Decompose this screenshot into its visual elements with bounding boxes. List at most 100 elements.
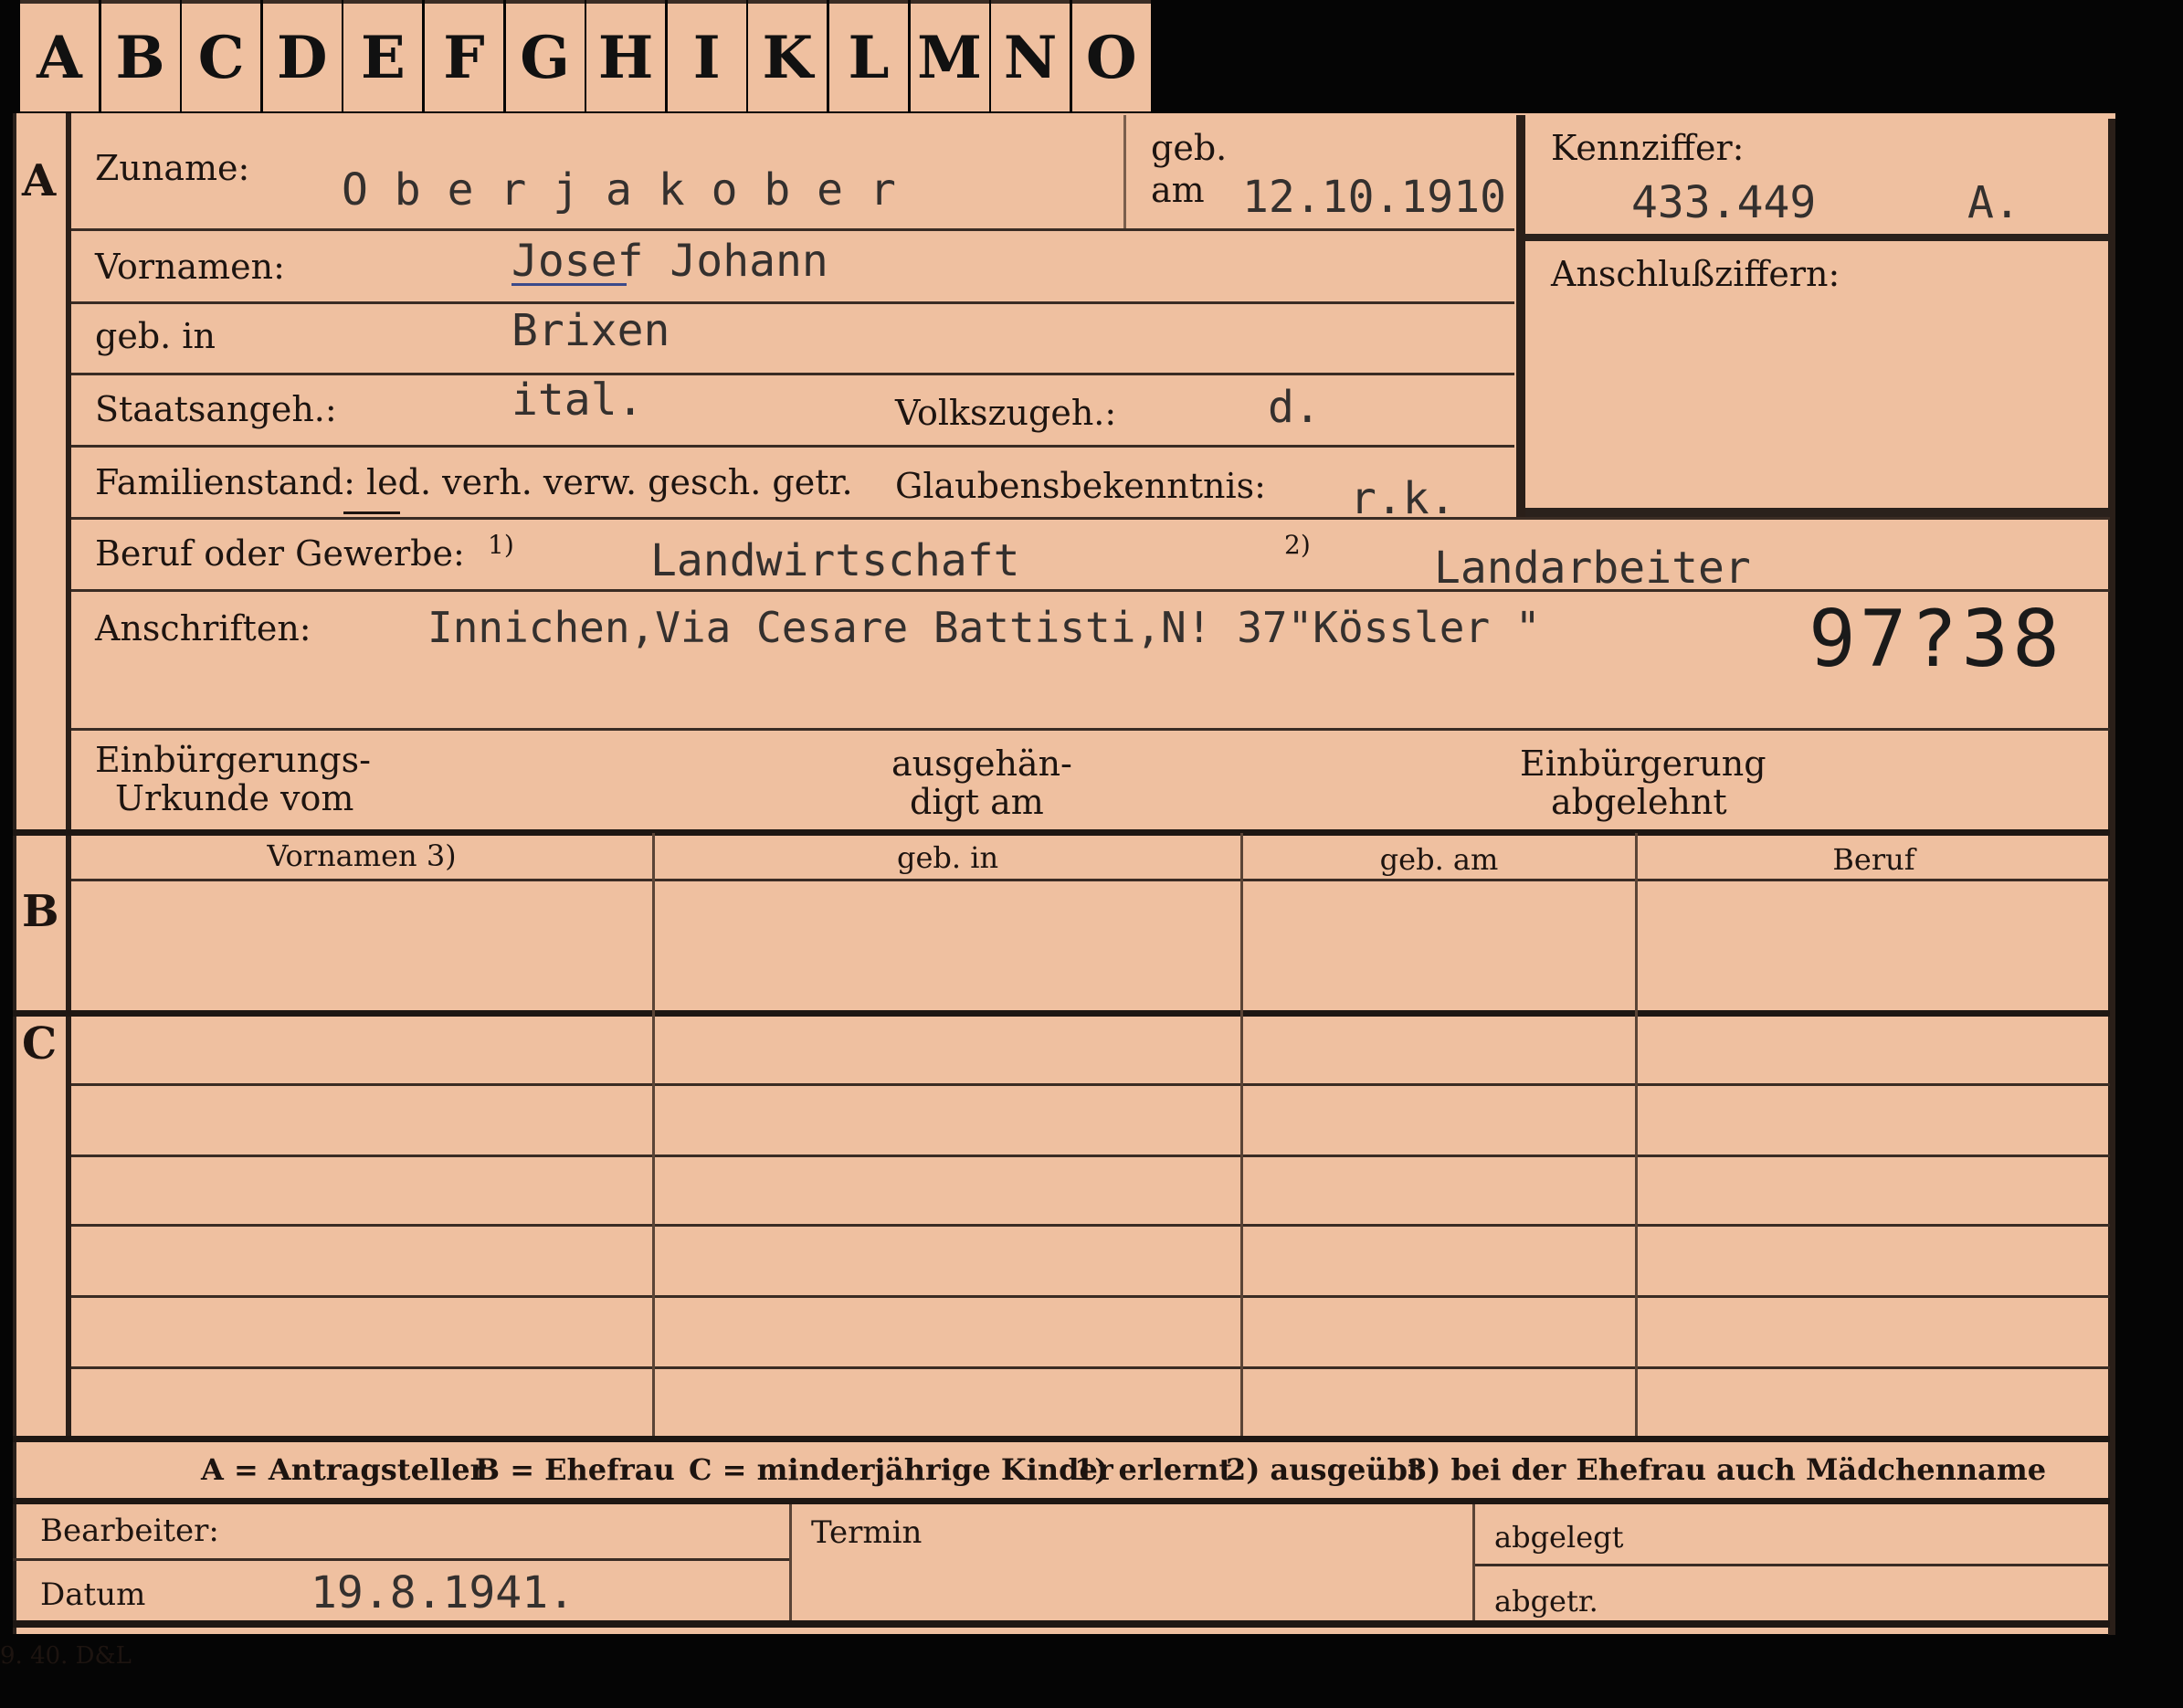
bearbeiter-label: Bearbeiter: (40, 1513, 219, 1549)
footnote-1-mark: 1) (488, 530, 514, 560)
index-tab: N (991, 0, 1070, 111)
table-row-divider (71, 1295, 2110, 1298)
table-header-vornamen: Vornamen 3) (267, 838, 457, 873)
section-margin-line (66, 113, 71, 1438)
beruf-ausgeuebt-value: Landarbeiter (1434, 543, 1751, 594)
table-row-divider (71, 1224, 2110, 1227)
kennziffer-box-bottom (1525, 508, 2110, 517)
admin-box-top-rule (13, 1498, 2110, 1504)
am-label: am (1151, 170, 1205, 210)
row-divider (71, 373, 1514, 375)
volkszugehoerigkeit-label: Volkszugeh.: (895, 393, 1117, 433)
legend-c: C = minderjährige Kinder (689, 1452, 1113, 1487)
geburtsort-label: geb. in (95, 316, 216, 356)
einbuergerung-abgelehnt-label-1: Einbürgerung (1520, 743, 1766, 784)
row-divider (71, 517, 2110, 520)
glaubensbekenntnis-label: Glaubensbekenntnis: (895, 466, 1266, 506)
familienstand-label: Familienstand: led. verh. verw. gesch. g… (95, 462, 853, 502)
index-tab: L (828, 0, 908, 111)
staatsangehoerigkeit-label: Staatsangeh.: (95, 389, 337, 429)
anschrift-value: Innichen,Via Cesare Battisti,N! 37"Kössl… (427, 603, 1541, 652)
row-divider (71, 728, 2110, 731)
index-tab: B (100, 0, 180, 111)
admin-column-divider (1472, 1504, 1475, 1620)
einbuergerung-abgelehnt-label-2: abgelehnt (1551, 782, 1727, 822)
vornamen-value: Josef Johann (511, 236, 828, 287)
stamp-number: 97?38 (1809, 594, 2063, 685)
index-tab: A (20, 0, 99, 111)
underline-mark (511, 283, 627, 286)
abgetragen-label: abgetr. (1494, 1584, 1598, 1618)
abgelegt-label: abgelegt (1494, 1520, 1624, 1555)
beruf-label: Beruf oder Gewerbe: (95, 533, 465, 574)
index-tab: M (910, 0, 989, 111)
kennziffer-box-divider (1525, 234, 2110, 241)
ausgehaendigt-label-1: ausgehän- (891, 743, 1072, 784)
beruf-erlernt-value: Landwirtschaft (650, 535, 1020, 586)
ausgehaendigt-label-2: digt am (910, 782, 1044, 822)
table-header-divider (71, 879, 2110, 881)
geb-label: geb. (1151, 128, 1228, 168)
kennziffer-suffix: A. (1967, 177, 2020, 228)
table-header-geburtsort: geb. in (896, 840, 999, 875)
row-divider (71, 589, 2110, 592)
zuname-label: Zuname: (95, 148, 250, 188)
datum-label: Datum (40, 1576, 146, 1613)
index-tab: E (343, 0, 423, 111)
termin-label: Termin (811, 1514, 923, 1551)
index-tab: D (262, 0, 342, 111)
legend-note-1: 1) erlernt (1074, 1452, 1233, 1487)
kennziffer-value: 433.449 (1631, 177, 1817, 228)
index-tab: H (586, 0, 666, 111)
einbuergerung-urkunde-label-2: Urkunde vom (115, 778, 354, 818)
index-tabs: A B C D E F G H I K L M N O (20, 0, 1153, 113)
index-tab: C (182, 0, 261, 111)
table-bottom-rule (13, 1436, 2110, 1442)
staatsangehoerigkeit-value: ital. (511, 374, 644, 426)
section-a-label: A (22, 155, 57, 206)
anschriften-label: Anschriften: (95, 608, 311, 648)
index-tab: O (1071, 0, 1151, 111)
legend-note-2: 2) ausgeübt (1226, 1452, 1421, 1487)
section-b-label: B (22, 886, 59, 937)
index-tab: I (667, 0, 746, 111)
section-b-top-rule (13, 829, 2110, 836)
section-c-top-rule (13, 1010, 2110, 1017)
index-tab: K (748, 0, 828, 111)
admin-box-divider (13, 1558, 791, 1561)
admin-column-divider (789, 1504, 792, 1620)
table-column-divider (652, 833, 655, 1436)
row-divider (71, 228, 1514, 231)
vornamen-label: Vornamen: (95, 247, 285, 287)
anschlussziffern-label: Anschlußziffern: (1551, 254, 1840, 294)
zuname-value: O b e r j a k o b e r (342, 164, 896, 216)
kennziffer-label: Kennziffer: (1551, 128, 1745, 168)
table-header-beruf: Beruf (1832, 842, 1915, 877)
row-divider (71, 445, 1514, 448)
admin-box-divider (1474, 1564, 2110, 1566)
geburtsort-value: Brixen (511, 305, 670, 356)
birthdate-value: 12.10.1910 (1242, 172, 1506, 223)
einbuergerung-urkunde-label-1: Einbürgerungs- (95, 740, 371, 780)
selected-status-underline (343, 511, 400, 514)
table-header-geburtsdatum: geb. am (1379, 842, 1499, 877)
table-row-divider (71, 1154, 2110, 1157)
index-tab: F (424, 0, 503, 111)
footnote-2-mark: 2) (1284, 530, 1311, 560)
volkszugehoerigkeit-value: d. (1268, 382, 1321, 433)
table-row-divider (71, 1083, 2110, 1086)
index-tab: G (505, 0, 585, 111)
column-divider (1123, 115, 1126, 228)
glaubensbekenntnis-value: r.k. (1350, 473, 1456, 524)
printer-mark: 9. 40. D&L (0, 1642, 132, 1670)
table-row-divider (71, 1366, 2110, 1369)
table-column-divider (1240, 833, 1243, 1436)
admin-box-bottom-rule (13, 1620, 2110, 1628)
row-divider (71, 301, 1514, 304)
table-column-divider (1635, 833, 1638, 1436)
section-c-label: C (22, 1018, 58, 1070)
legend-note-3: 3) bei der Ehefrau auch Mädchenname (1407, 1452, 2047, 1487)
datum-value: 19.8.1941. (311, 1567, 575, 1618)
legend-b: B = Ehefrau (475, 1452, 675, 1487)
card-right-edge (2108, 119, 2115, 1635)
